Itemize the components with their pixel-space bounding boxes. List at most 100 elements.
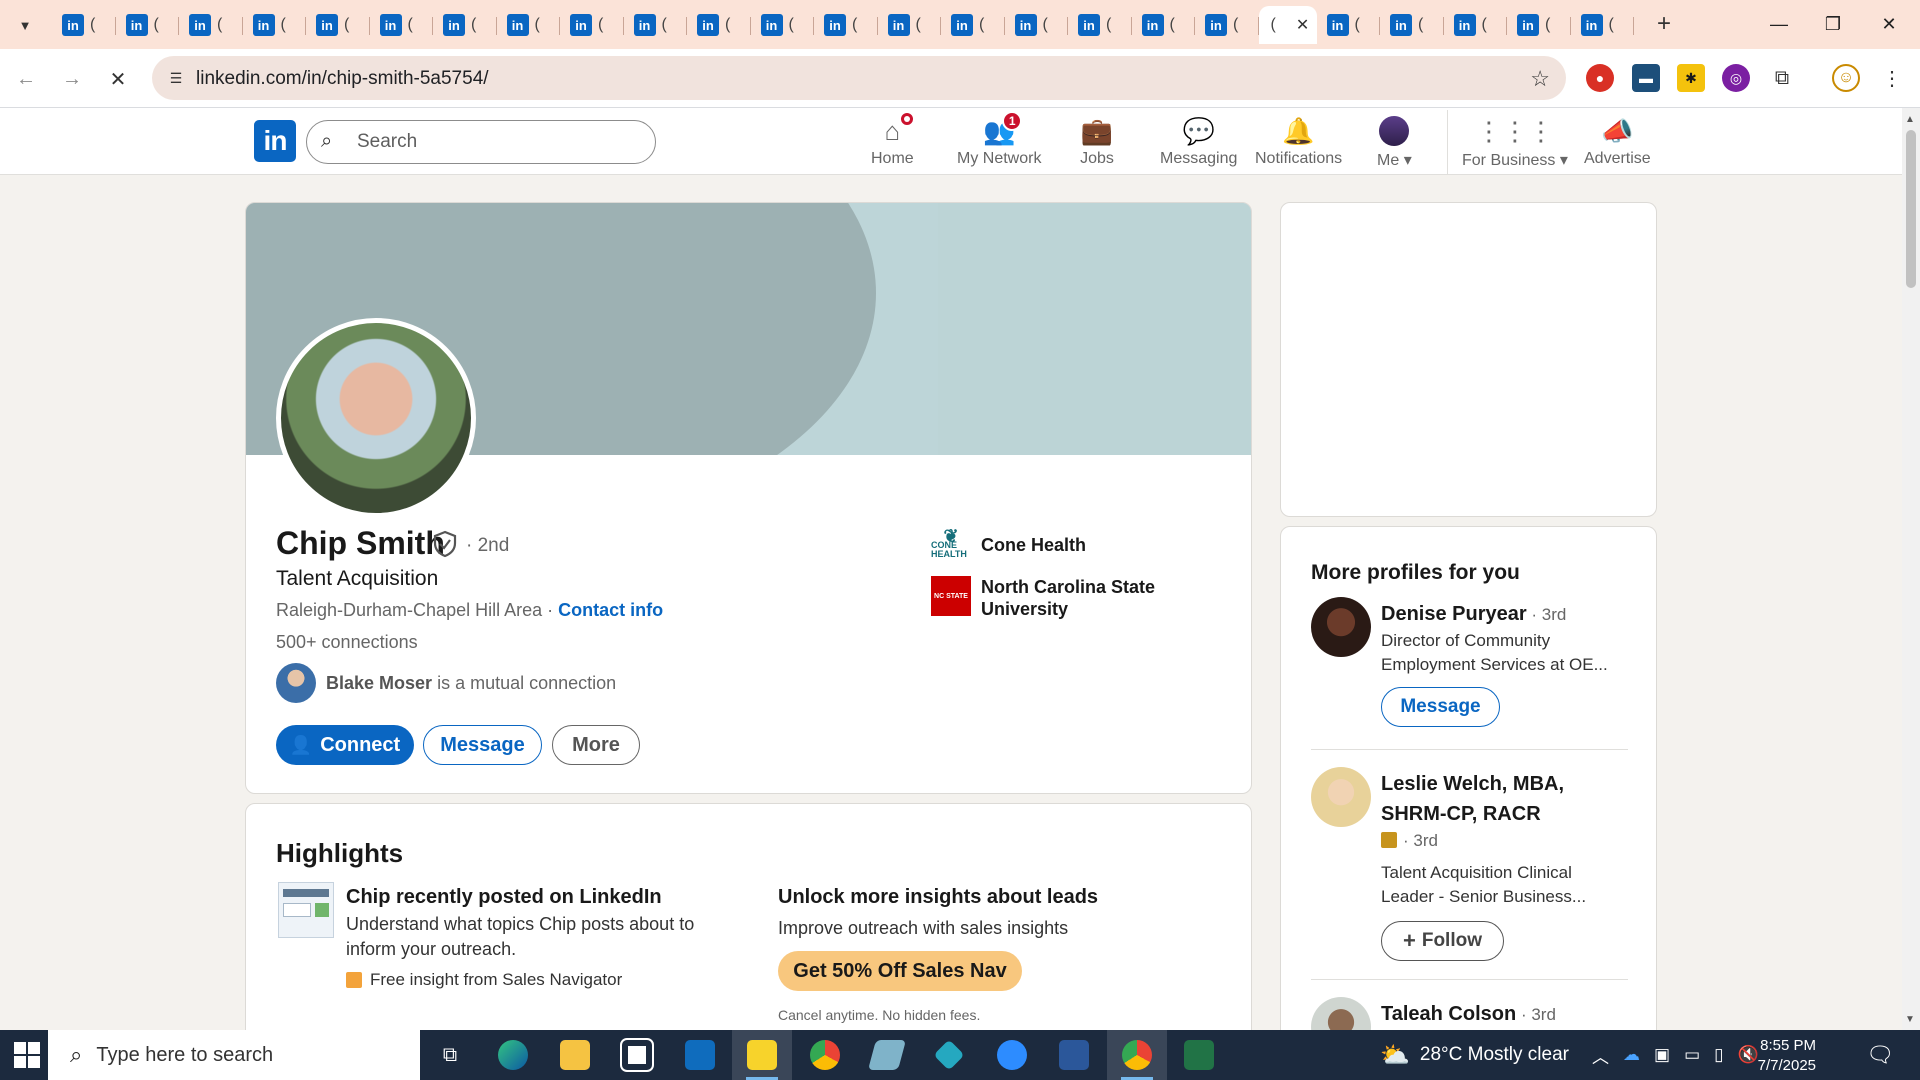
avatar[interactable] [1311,597,1371,657]
browser-tab[interactable]: in ( [1380,6,1444,44]
connections-count[interactable]: 500+ connections [276,632,418,653]
browser-tab[interactable]: in ( [243,6,307,44]
org-current-company[interactable]: ❦ CONE HEALTH Cone Health [931,525,1171,565]
linkedin-logo[interactable]: in [254,120,296,162]
battery-icon[interactable]: ▭ [1684,1045,1700,1065]
browser-tab[interactable]: in ( [1005,6,1069,44]
active-browser-tab[interactable]: (✕ [1258,6,1317,44]
connect-button[interactable]: 👤 Connect [276,725,414,765]
app-icon[interactable] [857,1030,917,1080]
verified-shield-icon[interactable] [432,530,458,558]
app-tray-icon[interactable]: ▣ [1654,1045,1670,1065]
tab-title: ( [280,16,286,33]
nav-for-business[interactable]: ⋮⋮⋮ For Business ▾ [1462,116,1568,174]
profile-icon[interactable]: ☺ [1832,64,1860,92]
back-arrow-icon[interactable]: ← [12,65,40,93]
star-icon[interactable]: ☆ [1530,66,1550,92]
puzzle-icon[interactable]: ⧉ [1768,64,1796,92]
tune-icon[interactable]: ☰ [162,64,190,92]
onedrive-icon[interactable]: ☁ [1623,1045,1640,1065]
task-view-icon[interactable]: ⧉ [420,1030,480,1080]
contact-info-link[interactable]: Contact info [558,600,663,620]
weather-widget[interactable]: ⛅ 28°C Mostly clear [1380,1030,1569,1080]
browser-tab[interactable]: in ( [497,6,561,44]
browser-tab[interactable]: in ( [687,6,751,44]
url-text[interactable]: linkedin.com/in/chip-smith-5a5754/ [196,68,489,90]
taskbar-search[interactable]: ⌕ Type here to search [48,1030,420,1080]
browser-tab[interactable]: in ( [116,6,180,44]
more-button[interactable]: More [552,725,640,765]
message-button[interactable]: Message [1381,687,1500,727]
file-explorer-icon[interactable] [545,1030,605,1080]
windows-start-icon[interactable] [14,1042,40,1068]
message-button[interactable]: Message [423,725,542,765]
browser-tab[interactable]: in ( [52,6,116,44]
plus-icon[interactable]: + [1650,10,1678,38]
excel-icon[interactable] [1169,1030,1229,1080]
nav-jobs[interactable]: 💼 Jobs [1080,116,1114,174]
word-icon[interactable] [1044,1030,1104,1080]
browser-tab[interactable]: in ( [1195,6,1259,44]
browser-tab[interactable]: in ( [814,6,878,44]
app-icon[interactable] [919,1030,979,1080]
search-box[interactable]: ⌕ [306,120,656,164]
avatar[interactable] [1311,767,1371,827]
chrome-icon[interactable] [1107,1030,1167,1080]
browser-tab[interactable]: in ( [1571,6,1635,44]
nav-notifications[interactable]: 🔔 Notifications [1255,116,1342,174]
browser-tab[interactable]: in ( [179,6,243,44]
browser-tab[interactable]: in ( [560,6,624,44]
extension-icon[interactable]: ◎ [1722,64,1750,92]
minimize-icon[interactable]: — [1756,8,1802,40]
nav-me[interactable]: Me ▾ [1377,116,1412,174]
zoom-icon[interactable] [982,1030,1042,1080]
forward-arrow-icon[interactable]: → [58,65,86,93]
sales-nav-button[interactable]: Get 50% Off Sales Nav [778,951,1022,991]
search-input[interactable] [357,129,637,155]
nav-home[interactable]: ⌂ Home [871,111,916,174]
post-title[interactable]: Chip recently posted on LinkedIn [346,886,662,909]
close-icon[interactable]: ✕ [1866,8,1912,40]
restore-icon[interactable]: ❐ [1810,8,1856,40]
close-tab-icon[interactable]: ✕ [1296,15,1309,35]
address-bar[interactable]: ☰ linkedin.com/in/chip-smith-5a5754/ ☆ [152,56,1566,100]
browser-tab[interactable]: in ( [1507,6,1571,44]
browser-tab[interactable]: in ( [1317,6,1381,44]
kebab-menu-icon[interactable]: ⋮ [1878,64,1906,92]
scroll-thumb[interactable] [1906,130,1916,288]
nav-advertise[interactable]: 📣 Advertise [1584,116,1651,174]
network-icon[interactable]: ▯ [1714,1045,1723,1065]
browser-tab[interactable]: in ( [370,6,434,44]
chevron-down-icon[interactable]: ▼ [12,12,38,38]
mail-icon[interactable] [670,1030,730,1080]
browser-tab[interactable]: in ( [306,6,370,44]
follow-button[interactable]: + Follow [1381,921,1504,961]
scroll-up-icon[interactable]: ▲ [1905,114,1915,125]
pokeball-extension-icon[interactable]: ● [1586,64,1614,92]
chrome-icon[interactable] [795,1030,855,1080]
browser-tab[interactable]: in ( [1444,6,1508,44]
notification-center-icon[interactable]: 🗨 [1866,1042,1894,1068]
extension-icon[interactable]: ✱ [1677,64,1705,92]
page-scrollbar[interactable]: ▲ ▼ [1902,108,1920,1030]
nav-messaging[interactable]: 💬 Messaging [1160,116,1237,174]
browser-tab[interactable]: in ( [1068,6,1132,44]
browser-tab[interactable]: in ( [941,6,1005,44]
browser-tab[interactable]: in ( [433,6,497,44]
org-education[interactable]: NC STATE North Carolina State University [931,576,1171,620]
browser-tab[interactable]: in ( [624,6,688,44]
edge-icon[interactable] [483,1030,543,1080]
stop-loading-icon[interactable]: ✕ [104,65,132,93]
mutual-connection[interactable]: Blake Moser is a mutual connection [276,663,616,703]
browser-tab[interactable]: in ( [751,6,815,44]
chevron-up-icon[interactable]: ︿ [1592,1043,1609,1068]
browser-tab[interactable]: in ( [878,6,942,44]
extension-icon[interactable]: ▬ [1632,64,1660,92]
clock[interactable]: 8:55 PM 7/7/2025 [1726,1036,1816,1076]
profile-photo[interactable] [276,318,476,518]
nav-my-network[interactable]: 👥 1 My Network [957,111,1041,174]
browser-tab[interactable]: in ( [1132,6,1196,44]
store-icon[interactable] [607,1030,667,1080]
scroll-down-icon[interactable]: ▼ [1905,1014,1915,1025]
sticky-notes-icon[interactable] [732,1030,792,1080]
